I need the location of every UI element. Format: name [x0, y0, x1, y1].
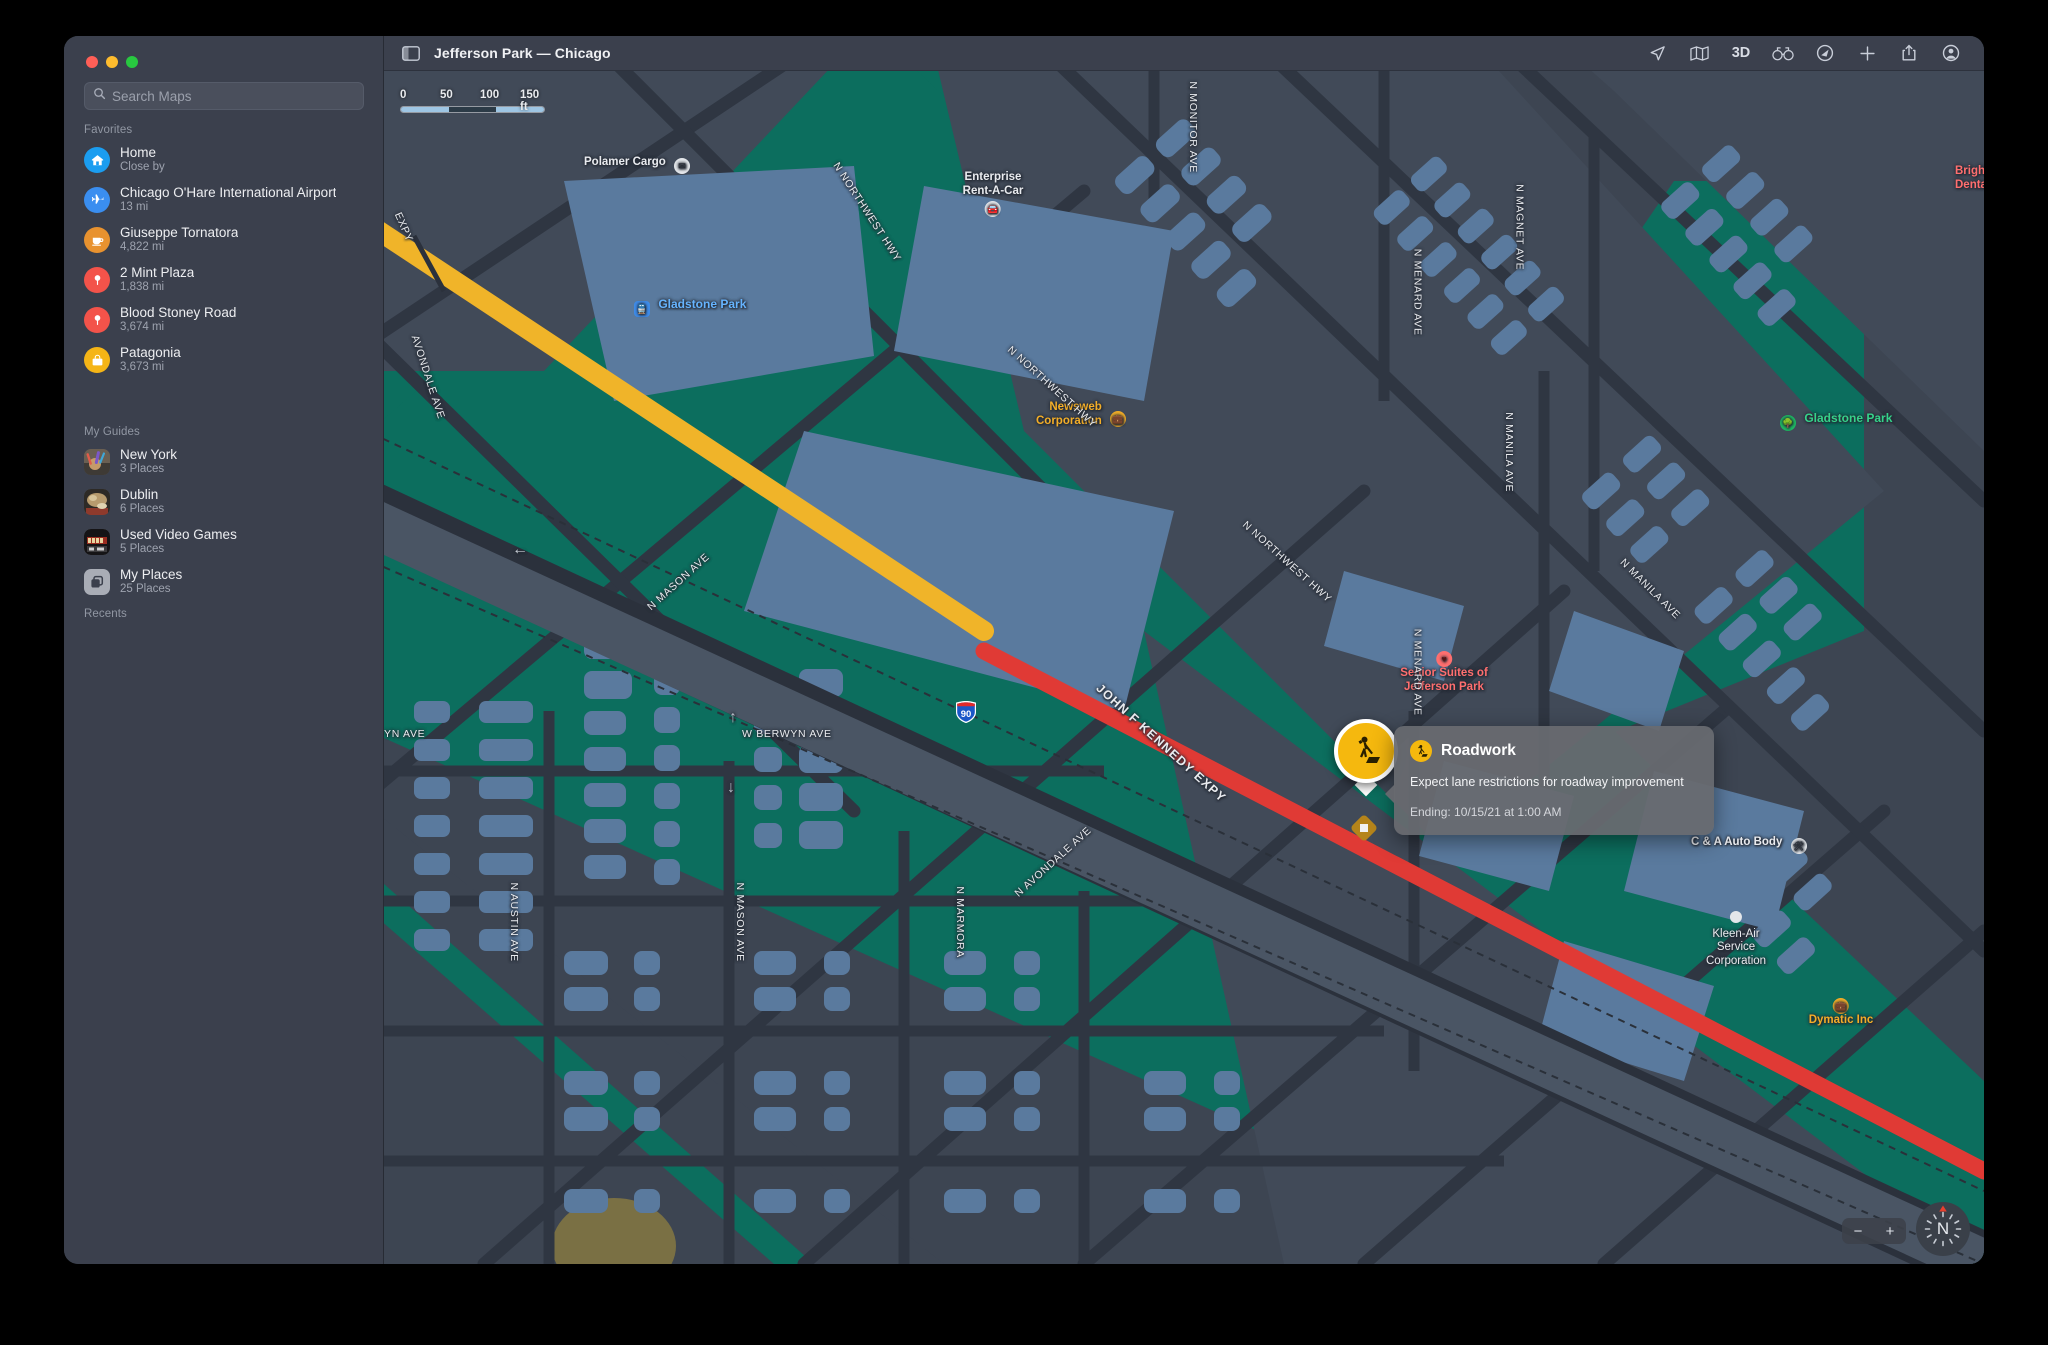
search-field[interactable] — [84, 82, 364, 110]
sidebar: Favorites Home Close by — [64, 36, 384, 1264]
account-icon[interactable] — [1930, 38, 1972, 68]
cup-icon — [84, 227, 110, 253]
sidebar-item-label: Dublin — [120, 487, 159, 503]
search-icon — [93, 87, 106, 105]
sidebar-item-blood-stoney-road[interactable]: Blood Stoney Road 3,674 mi — [64, 300, 384, 340]
favorites-heading: Favorites — [84, 124, 133, 136]
sidebar-item-label: Chicago O'Hare International Airport — [120, 185, 337, 201]
screen: Favorites Home Close by — [0, 0, 2048, 1345]
zoom-in-button[interactable]: + — [1877, 1224, 1903, 1239]
sidebar-item-my-places[interactable]: My Places 25 Places — [64, 562, 384, 602]
maximize-button[interactable] — [126, 56, 138, 68]
zoom-controls[interactable]: − + — [1842, 1218, 1906, 1244]
map-pin-icon — [84, 307, 110, 333]
sidebar-item-giuseppe-tornatora[interactable]: Giuseppe Tornatora 4,822 mi — [64, 220, 384, 260]
sidebar-item-detail: 1,838 mi — [120, 281, 165, 294]
callout-header: Roadwork — [1410, 740, 1698, 762]
compass[interactable]: N — [1916, 1202, 1970, 1256]
sidebar-item-ohare-airport[interactable]: Chicago O'Hare International Airport 13 … — [64, 180, 384, 220]
directions-icon[interactable] — [1804, 38, 1846, 68]
favorites-list: Home Close by Chicago O'Hare Internation… — [64, 140, 384, 380]
sidebar-item-2-mint-plaza[interactable]: 2 Mint Plaza 1,838 mi — [64, 260, 384, 300]
photo-thumb-icon — [84, 529, 110, 555]
scale-tick: 100 — [480, 89, 500, 101]
add-icon[interactable] — [1846, 38, 1888, 68]
sidebar-item-label: Patagonia — [120, 345, 181, 361]
roadwork-icon — [1358, 736, 1380, 763]
sidebar-item-detail: 25 Places — [120, 583, 171, 596]
look-around-icon[interactable] — [1762, 38, 1804, 68]
callout-title: Roadwork — [1441, 742, 1516, 759]
sidebar-item-label: New York — [120, 447, 178, 463]
map-pin-icon — [84, 267, 110, 293]
sidebar-item-label: Blood Stoney Road — [120, 305, 237, 321]
zoom-out-button[interactable]: − — [1845, 1224, 1871, 1239]
airplane-icon — [84, 187, 110, 213]
close-button[interactable] — [86, 56, 98, 68]
house-icon — [84, 147, 110, 173]
guides-list: New York 3 Places Dublin 6 Places Used V… — [64, 442, 384, 602]
sidebar-item-label: Used Video Games — [120, 527, 237, 543]
map-graphics — [384, 71, 1984, 1264]
scale-tick: 50 — [440, 89, 453, 101]
sidebar-item-used-video-games[interactable]: Used Video Games 5 Places — [64, 522, 384, 562]
svg-text:90: 90 — [961, 709, 972, 720]
sidebar-toggle-icon[interactable] — [402, 45, 420, 61]
sidebar-item-patagonia[interactable]: Patagonia 3,673 mi — [64, 340, 384, 380]
scale-bar: 0 50 100 150 ft — [400, 89, 545, 113]
bag-icon — [84, 347, 110, 373]
callout-description: Expect lane restrictions for roadway imp… — [1410, 775, 1684, 789]
sidebar-item-label: Giuseppe Tornatora — [120, 225, 239, 241]
sidebar-item-detail: 5 Places — [120, 543, 165, 556]
sidebar-item-label: My Places — [120, 567, 183, 583]
sidebar-item-detail: 3 Places — [120, 463, 165, 476]
sidebar-item-dublin[interactable]: Dublin 6 Places — [64, 482, 384, 522]
scale-tick: 0 — [400, 89, 407, 101]
toolbar-actions: 3D — [1636, 38, 1984, 68]
stack-icon — [84, 569, 110, 595]
sidebar-item-detail: 13 mi — [120, 201, 149, 214]
roadwork-marker[interactable] — [1334, 719, 1398, 783]
location-arrow-icon[interactable] — [1636, 38, 1678, 68]
search-input[interactable] — [112, 88, 355, 104]
interstate-90-shield: 90 — [955, 700, 977, 729]
photo-thumb-icon — [84, 449, 110, 475]
roadwork-diamond-icon — [1349, 813, 1379, 843]
maps-window: Favorites Home Close by — [64, 36, 1984, 1264]
sidebar-item-home[interactable]: Home Close by — [64, 140, 384, 180]
sidebar-item-detail: 6 Places — [120, 503, 165, 516]
map-canvas[interactable]: 0 50 100 150 ft Polamer Cargo ✉ Enterpri… — [384, 71, 1984, 1264]
sidebar-item-detail: 3,674 mi — [120, 321, 165, 334]
compass-north-label: N — [1936, 1219, 1950, 1238]
guides-heading: My Guides — [84, 426, 140, 438]
sidebar-item-new-york[interactable]: New York 3 Places — [64, 442, 384, 482]
toolbar: Jefferson Park — Chicago 3D — [384, 36, 1984, 71]
page-title: Jefferson Park — Chicago — [434, 45, 611, 61]
minimize-button[interactable] — [106, 56, 118, 68]
callout-ending: Ending: 10/15/21 at 1:00 AM — [1410, 804, 1562, 819]
sidebar-item-label: 2 Mint Plaza — [120, 265, 195, 281]
scale-tick: 150 ft — [520, 89, 540, 113]
roadwork-icon — [1410, 740, 1432, 762]
recents-heading: Recents — [84, 608, 127, 620]
sidebar-item-label: Home — [120, 145, 157, 161]
sidebar-item-detail: 4,822 mi — [120, 241, 165, 254]
sidebar-item-detail: 3,673 mi — [120, 361, 165, 374]
share-icon[interactable] — [1888, 38, 1930, 68]
three-d-toggle[interactable]: 3D — [1720, 38, 1762, 68]
sidebar-item-detail: Close by — [120, 161, 165, 174]
window-controls[interactable] — [86, 56, 138, 68]
photo-thumb-icon — [84, 489, 110, 515]
roadwork-callout[interactable]: Roadwork Expect lane restrictions for ro… — [1385, 726, 1714, 835]
map-mode-icon[interactable] — [1678, 38, 1720, 68]
